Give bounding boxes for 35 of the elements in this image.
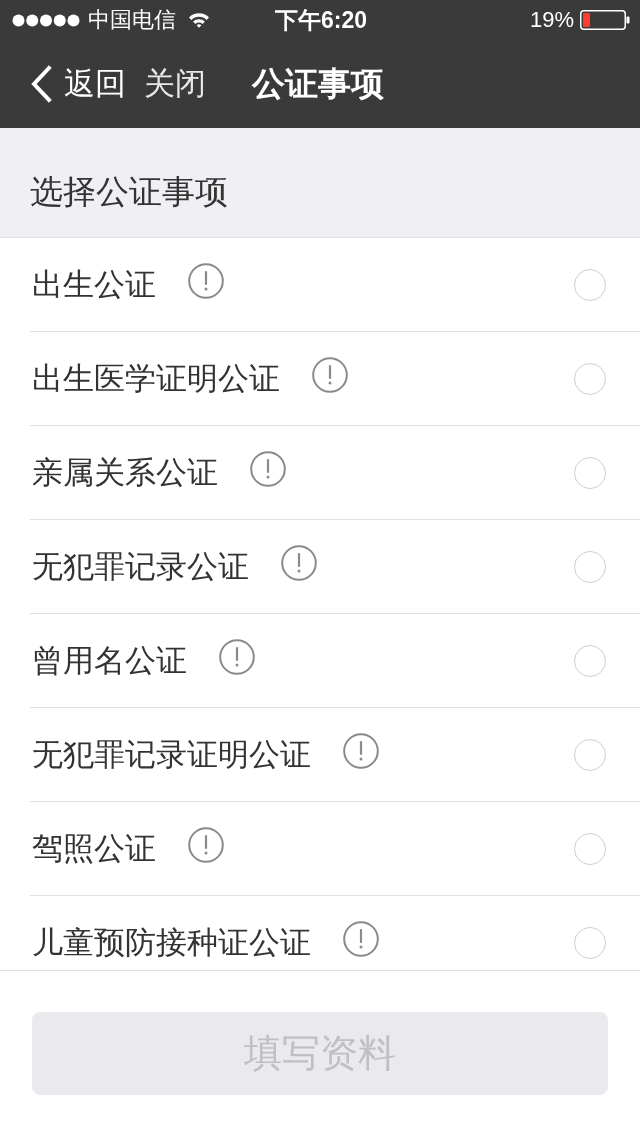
radio-button[interactable] — [574, 738, 606, 771]
item-label: 儿童预防接种证公证 — [31, 923, 311, 962]
radio-button[interactable] — [574, 926, 606, 959]
item-label: 无犯罪记录公证 — [31, 547, 249, 586]
item-label: 出生公证 — [31, 265, 156, 304]
exclamation-circle-icon[interactable] — [343, 920, 379, 957]
exclamation-circle-icon[interactable] — [188, 262, 224, 299]
exclamation-circle-icon[interactable] — [312, 356, 348, 393]
radio-button[interactable] — [574, 362, 606, 395]
radio-button[interactable] — [574, 550, 606, 583]
item-label: 出生医学证明公证 — [31, 359, 280, 398]
exclamation-circle-icon[interactable] — [188, 826, 224, 863]
radio-button[interactable] — [574, 268, 606, 301]
clock-time: 下午6:20 — [274, 5, 367, 35]
battery-icon — [580, 10, 630, 30]
chevron-left-icon — [30, 65, 52, 103]
item-label: 曾用名公证 — [31, 641, 187, 680]
radio-button[interactable] — [574, 456, 606, 489]
battery-percent: 19% — [529, 7, 574, 33]
back-button[interactable]: 返回 — [30, 65, 126, 103]
section-header: 选择公证事项 — [30, 172, 228, 212]
carrier-name: 中国电信 — [88, 6, 176, 34]
item-label: 亲属关系公证 — [31, 453, 218, 492]
wifi-icon — [188, 12, 210, 28]
exclamation-circle-icon[interactable] — [281, 544, 317, 581]
exclamation-circle-icon[interactable] — [250, 450, 286, 487]
close-button[interactable]: 关闭 — [144, 65, 206, 103]
radio-button[interactable] — [574, 644, 606, 677]
exclamation-circle-icon[interactable] — [219, 638, 255, 675]
item-label: 无犯罪记录证明公证 — [31, 735, 311, 774]
page-title: 公证事项 — [252, 63, 384, 104]
signal-dots-icon — [12, 13, 80, 27]
exclamation-circle-icon[interactable] — [343, 732, 379, 769]
item-label: 驾照公证 — [31, 829, 156, 868]
radio-button[interactable] — [574, 832, 606, 865]
